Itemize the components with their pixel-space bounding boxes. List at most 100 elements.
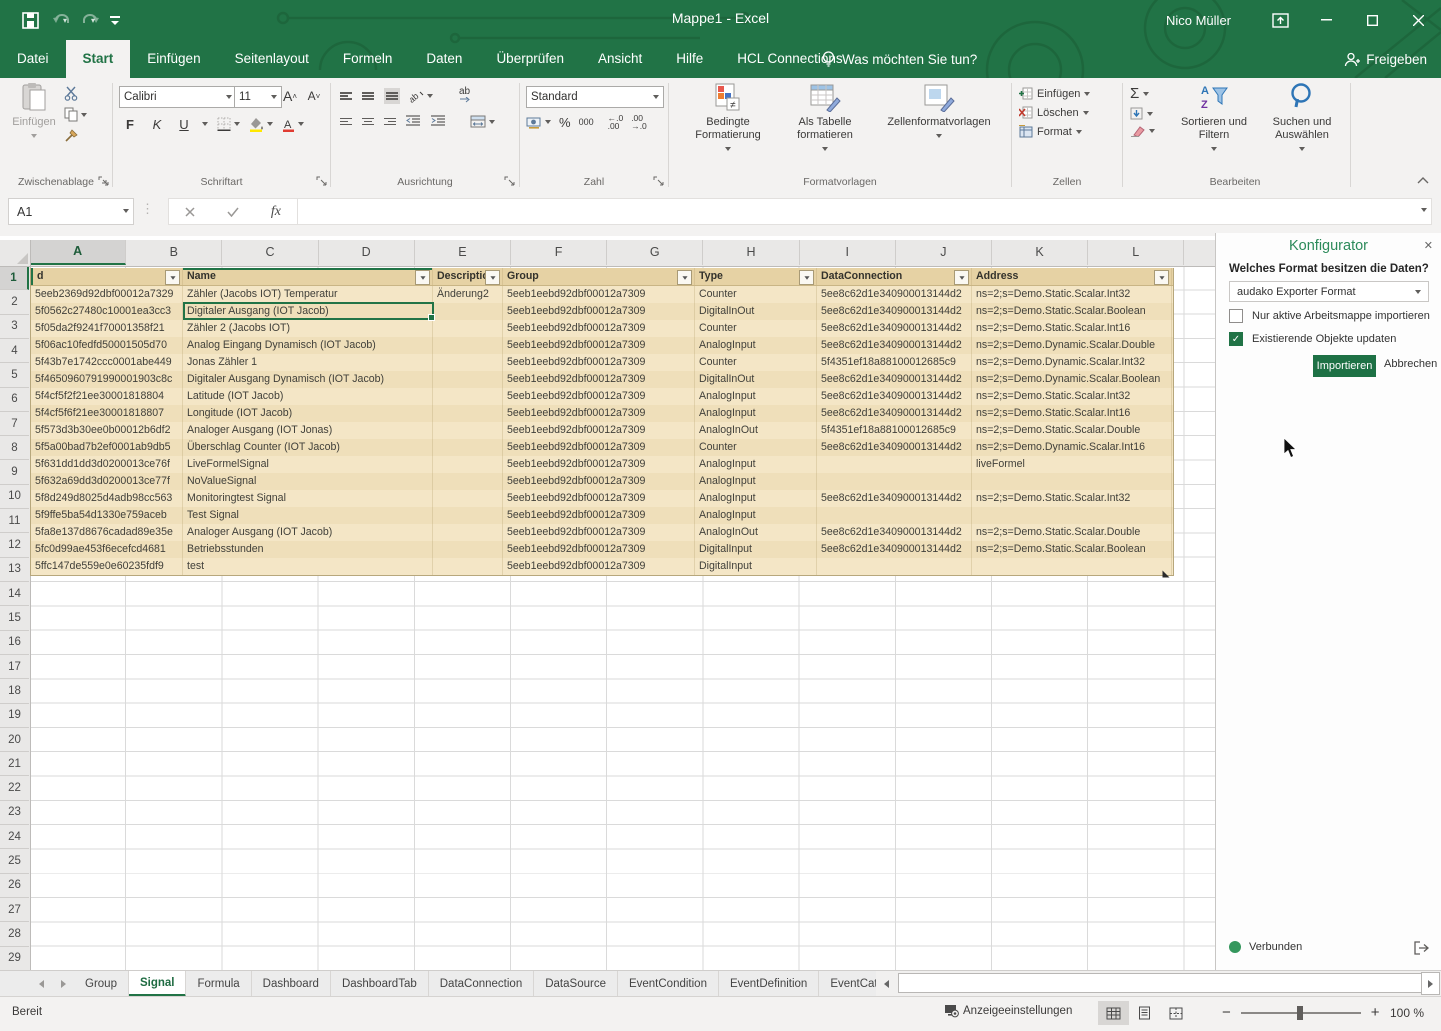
sheet-tab-dashboard[interactable]: Dashboard <box>252 971 331 997</box>
column-header-D[interactable]: D <box>319 240 415 265</box>
font-name-select[interactable]: Calibri <box>119 86 237 108</box>
table-cell[interactable]: Longitude (IOT Jacob) <box>183 405 433 422</box>
table-cell[interactable]: DigitalInOut <box>695 303 817 320</box>
table-cell[interactable] <box>433 337 503 354</box>
table-cell[interactable]: Zähler (Jacobs IOT) Temperatur <box>183 286 433 303</box>
wrap-text-button[interactable]: ab <box>459 87 471 105</box>
filter-button[interactable] <box>165 270 180 285</box>
align-middle-icon[interactable] <box>362 90 374 101</box>
table-cell[interactable]: ns=2;s=Demo.Static.Scalar.Int32 <box>972 388 1172 405</box>
table-cell[interactable]: 5ee8c62d1e340900013144d2 <box>817 405 972 422</box>
table-cell[interactable]: 5eeb1eebd92dbf00012a7309 <box>503 541 695 558</box>
table-cell[interactable]: AnalogInput <box>695 405 817 422</box>
copy-button[interactable] <box>64 107 87 122</box>
table-cell[interactable]: 5eeb1eebd92dbf00012a7309 <box>503 456 695 473</box>
find-select-button[interactable]: Suchen und Auswählen <box>1260 82 1344 155</box>
table-cell[interactable]: ns=2;s=Demo.Static.Scalar.Int16 <box>972 405 1172 422</box>
filter-button[interactable] <box>1154 270 1169 285</box>
row-header-3[interactable]: 3 <box>0 315 29 339</box>
cell-styles-button[interactable]: Zellenformatvorlagen <box>874 82 1004 142</box>
sheet-tab-dashboardtab[interactable]: DashboardTab <box>331 971 429 997</box>
zoom-in-button[interactable]: + <box>1371 1004 1380 1021</box>
table-cell[interactable] <box>433 507 503 524</box>
zoom-level[interactable]: 100 % <box>1390 1006 1424 1020</box>
tab-start[interactable]: Start <box>66 40 131 78</box>
column-header-J[interactable]: J <box>896 240 992 265</box>
table-cell[interactable] <box>972 507 1172 524</box>
tell-me-box[interactable]: Was möchten Sie tun? <box>822 40 977 78</box>
table-cell[interactable] <box>433 524 503 541</box>
grow-font-button[interactable]: A˄ <box>281 86 299 106</box>
font-size-select[interactable]: 11 <box>234 86 282 108</box>
table-cell[interactable] <box>433 558 503 575</box>
table-cell[interactable]: 5eeb1eebd92dbf00012a7309 <box>503 303 695 320</box>
filter-button[interactable] <box>954 270 969 285</box>
table-cell[interactable]: 5eeb1eebd92dbf00012a7309 <box>503 337 695 354</box>
row-header-18[interactable]: 18 <box>0 679 29 703</box>
format-cells-button[interactable]: Format <box>1019 125 1090 138</box>
view-page-layout-button[interactable] <box>1129 1001 1160 1025</box>
insert-cells-button[interactable]: Einfügen <box>1019 87 1090 100</box>
table-cell[interactable]: Jonas Zähler 1 <box>183 354 433 371</box>
table-cell[interactable]: 5f631dd1dd3d0200013ce76f <box>31 456 183 473</box>
table-cell[interactable]: ns=2;s=Demo.Static.Scalar.Int16 <box>972 320 1172 337</box>
scroll-left-icon[interactable] <box>876 971 896 996</box>
table-cell[interactable]: ns=2;s=Demo.Dynamic.Scalar.Double <box>972 337 1172 354</box>
collapse-ribbon-button[interactable] <box>1417 177 1429 184</box>
row-header-21[interactable]: 21 <box>0 752 29 776</box>
autosum-button[interactable]: Σ <box>1130 85 1155 102</box>
percent-button[interactable]: % <box>559 115 571 130</box>
table-cell[interactable] <box>433 422 503 439</box>
clear-button[interactable] <box>1130 125 1155 137</box>
table-cell[interactable]: 5f4650960791990001903c8c <box>31 371 183 388</box>
row-header-20[interactable]: 20 <box>0 728 29 752</box>
row-header-22[interactable]: 22 <box>0 777 29 801</box>
sheet-tab-dataconnection[interactable]: DataConnection <box>429 971 534 997</box>
increase-indent-icon[interactable] <box>431 115 446 128</box>
number-dialog-launcher-icon[interactable] <box>653 176 664 187</box>
decrease-decimal-button[interactable]: .00→.0 <box>631 114 647 130</box>
increase-decimal-button[interactable]: ←.0.00 <box>608 114 624 130</box>
table-cell[interactable] <box>433 303 503 320</box>
table-cell[interactable]: 5ee8c62d1e340900013144d2 <box>817 286 972 303</box>
row-header-29[interactable]: 29 <box>0 947 29 971</box>
filter-button[interactable] <box>799 270 814 285</box>
table-cell[interactable] <box>433 541 503 558</box>
table-cell[interactable]: Analoger Ausgang (IOT Jonas) <box>183 422 433 439</box>
tab-seitenlayout[interactable]: Seitenlayout <box>218 40 326 78</box>
row-header-5[interactable]: 5 <box>0 363 29 387</box>
sheet-tab-eventcondition[interactable]: EventCondition <box>618 971 719 997</box>
row-header-8[interactable]: 8 <box>0 436 29 460</box>
ribbon-display-options-icon[interactable] <box>1257 0 1303 40</box>
table-cell[interactable]: 5ee8c62d1e340900013144d2 <box>817 541 972 558</box>
user-name[interactable]: Nico Müller <box>1166 13 1231 28</box>
table-cell[interactable]: 5eeb1eebd92dbf00012a7309 <box>503 422 695 439</box>
table-cell[interactable]: ns=2;s=Demo.Dynamic.Scalar.Int16 <box>972 439 1172 456</box>
delete-cells-button[interactable]: Löschen <box>1019 106 1090 119</box>
table-cell[interactable]: 5f43b7e1742ccc0001abe449 <box>31 354 183 371</box>
table-cell[interactable]: 5eeb1eebd92dbf00012a7309 <box>503 490 695 507</box>
table-cell[interactable] <box>817 456 972 473</box>
format-as-table-button[interactable]: Als Tabelle formatieren <box>780 82 870 155</box>
column-header-C[interactable]: C <box>222 240 318 265</box>
table-cell[interactable]: Counter <box>695 354 817 371</box>
row-header-4[interactable]: 4 <box>0 339 29 363</box>
table-cell[interactable]: Zähler 2 (Jacobs IOT) <box>183 320 433 337</box>
table-cell[interactable]: Überschlag Counter (IOT Jacob) <box>183 439 433 456</box>
formula-bar-expand-icon[interactable] <box>1421 208 1427 212</box>
table-cell[interactable] <box>817 507 972 524</box>
align-top-icon[interactable] <box>340 90 352 101</box>
row-header-23[interactable]: 23 <box>0 801 29 825</box>
column-header-E[interactable]: E <box>415 240 511 265</box>
zoom-slider-thumb[interactable] <box>1297 1006 1303 1020</box>
tab-ansicht[interactable]: Ansicht <box>581 40 659 78</box>
close-button[interactable] <box>1395 0 1441 40</box>
table-cell[interactable]: NoValueSignal <box>183 473 433 490</box>
decrease-indent-icon[interactable] <box>406 115 421 128</box>
number-format-select[interactable]: Standard <box>526 86 664 108</box>
table-cell[interactable] <box>433 490 503 507</box>
table-cell[interactable]: AnalogInput <box>695 490 817 507</box>
table-cell[interactable]: Änderung2 <box>433 286 503 303</box>
table-cell[interactable]: 5eeb1eebd92dbf00012a7309 <box>503 473 695 490</box>
scrollbar-thumb[interactable] <box>898 973 1422 993</box>
